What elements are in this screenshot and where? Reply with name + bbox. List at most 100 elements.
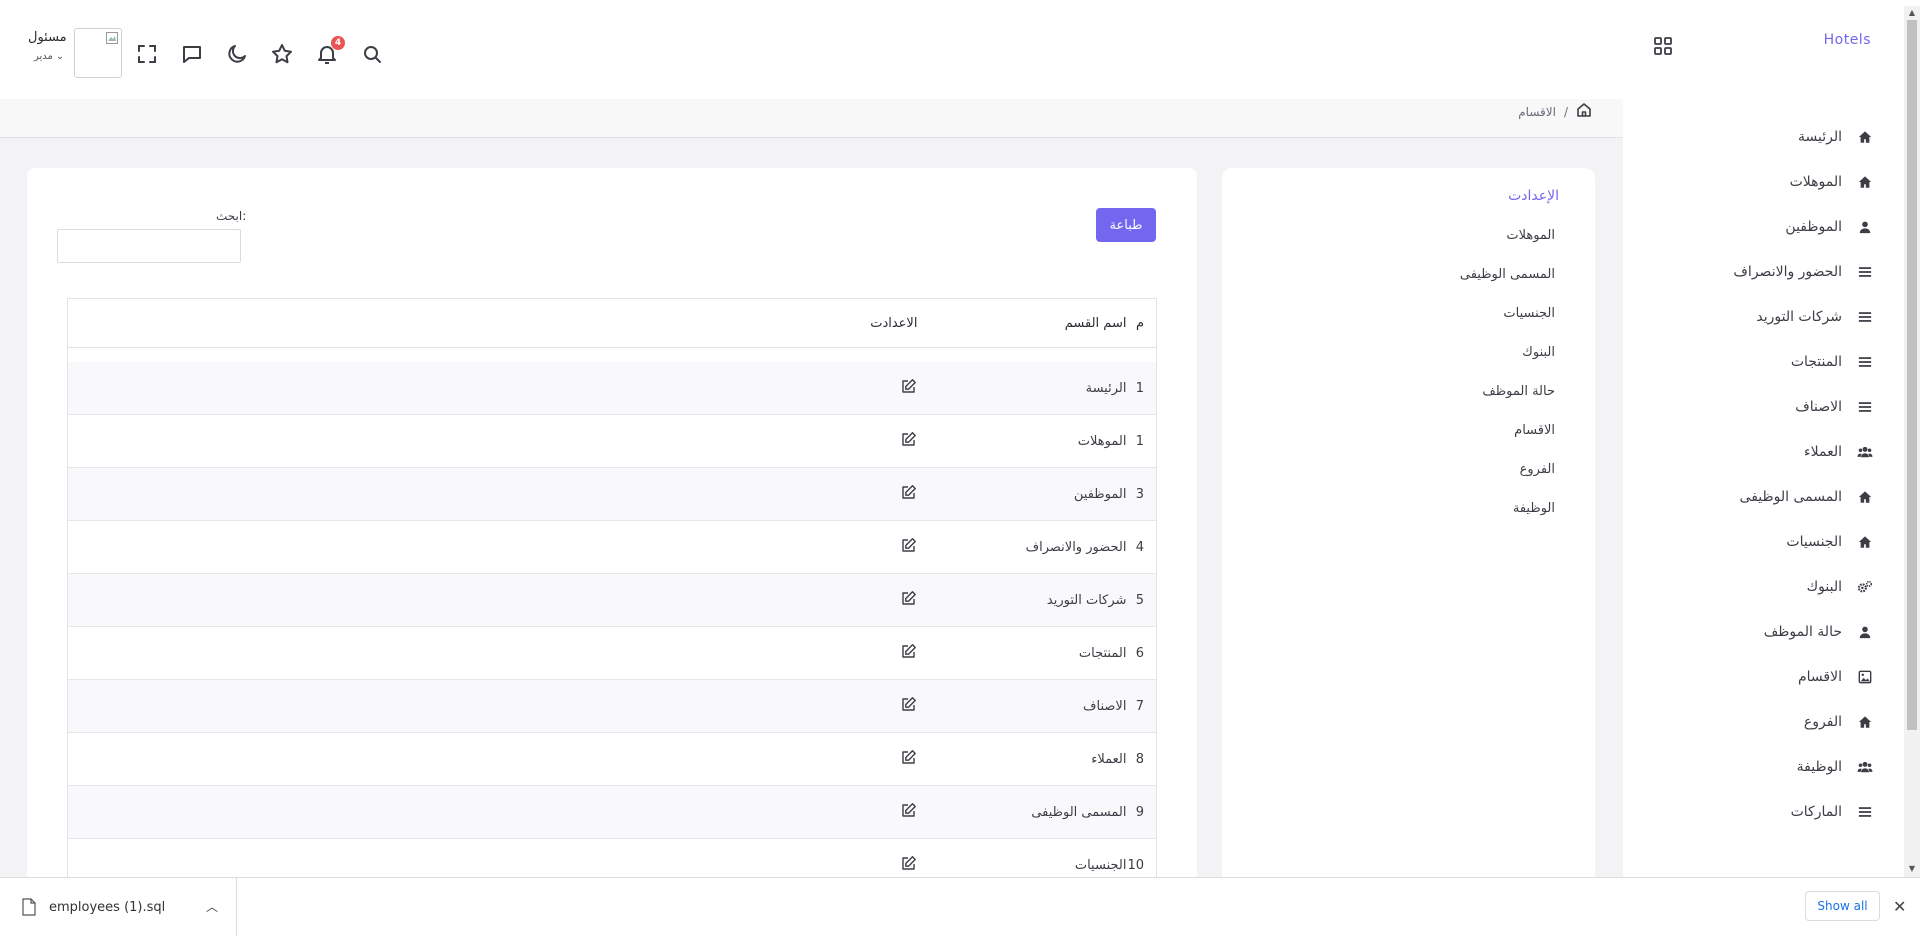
edit-icon[interactable] bbox=[901, 378, 917, 398]
settings-link[interactable]: الموهلات bbox=[1305, 216, 1555, 255]
sidebar-item[interactable]: الفروع bbox=[1644, 699, 1874, 744]
column-header-settings[interactable]: الاعدادت bbox=[67, 298, 936, 348]
scroll-down-arrow-icon[interactable]: ▼ bbox=[1907, 864, 1917, 874]
sidebar-item[interactable]: الاقسام bbox=[1644, 654, 1874, 699]
settings-link[interactable]: البنوك bbox=[1305, 333, 1555, 372]
download-bar: employees (1).sql ︿ Show all ✕ bbox=[0, 877, 1920, 936]
moon-icon[interactable] bbox=[225, 42, 249, 66]
table-row: 4 الحضور والانصراف bbox=[67, 520, 1157, 574]
table-row: 9 المسمى الوظيفى bbox=[67, 785, 1157, 839]
user-role[interactable]: مدير ⌄ bbox=[34, 51, 64, 62]
sidebar-item[interactable]: المسمى الوظيفى bbox=[1644, 474, 1874, 519]
sidebar-item[interactable]: البنوك bbox=[1644, 564, 1874, 609]
sidebar-item[interactable]: الماركات bbox=[1644, 789, 1874, 834]
home-icon[interactable] bbox=[1576, 102, 1592, 121]
sidebar-item[interactable]: الموهلات bbox=[1644, 159, 1874, 204]
breadcrumb-current: الاقسام bbox=[1518, 104, 1556, 119]
sidebar-item-label: الجنسيات bbox=[1786, 533, 1842, 550]
users-icon bbox=[1856, 443, 1874, 461]
notification-badge: 4 bbox=[331, 36, 345, 50]
chevron-down-icon: ⌄ bbox=[55, 51, 65, 62]
sidebar-item-label: البنوك bbox=[1806, 578, 1842, 595]
row-settings-cell bbox=[67, 732, 936, 786]
brand-logo[interactable]: Hotels bbox=[1824, 32, 1871, 48]
message-icon[interactable] bbox=[180, 42, 204, 66]
home-icon bbox=[1856, 488, 1874, 506]
fullscreen-icon[interactable] bbox=[135, 42, 159, 66]
row-settings-cell bbox=[67, 626, 936, 680]
print-button[interactable]: طباعة bbox=[1096, 208, 1156, 242]
edit-icon[interactable] bbox=[901, 537, 917, 557]
sidebar-item[interactable]: الوظيفة bbox=[1644, 744, 1874, 789]
search-icon[interactable] bbox=[360, 42, 384, 66]
table-row: 1 الرئيسة bbox=[67, 362, 1157, 415]
edit-icon[interactable] bbox=[901, 484, 917, 504]
breadcrumb-separator: / bbox=[1563, 104, 1568, 119]
row-index: 3 bbox=[1126, 467, 1157, 521]
row-settings-cell bbox=[67, 467, 936, 521]
search-input[interactable] bbox=[57, 229, 241, 263]
edit-icon[interactable] bbox=[901, 696, 917, 716]
sidebar-item[interactable]: الموظفين bbox=[1644, 204, 1874, 249]
settings-title: الإعدادت bbox=[1508, 188, 1559, 204]
edit-icon[interactable] bbox=[901, 431, 917, 451]
settings-link[interactable]: المسمى الوظيفى bbox=[1305, 255, 1555, 294]
download-file-name[interactable]: employees (1).sql bbox=[49, 900, 165, 915]
sidebar-item[interactable]: العملاء bbox=[1644, 429, 1874, 474]
scroll-up-arrow-icon[interactable]: ▲ bbox=[1907, 8, 1917, 18]
grid-icon[interactable] bbox=[1653, 36, 1673, 56]
user-name[interactable]: مسئول bbox=[28, 30, 67, 45]
page-scrollbar[interactable]: ▲ ▼ bbox=[1904, 6, 1920, 877]
settings-link[interactable]: حالة الموظف bbox=[1305, 372, 1555, 411]
menu-lines-icon bbox=[1856, 803, 1874, 821]
settings-link[interactable]: الفروع bbox=[1305, 450, 1555, 489]
row-index: 7 bbox=[1126, 679, 1157, 733]
settings-link[interactable]: الجنسيات bbox=[1305, 294, 1555, 333]
column-header-name[interactable]: اسم القسم bbox=[935, 298, 1127, 348]
row-department-name: الرئيسة bbox=[935, 362, 1127, 415]
sidebar-item[interactable]: الرئيسة bbox=[1644, 114, 1874, 159]
edit-icon[interactable] bbox=[901, 643, 917, 663]
sidebar-item[interactable]: حالة الموظف bbox=[1644, 609, 1874, 654]
home-icon bbox=[1856, 128, 1874, 146]
table-body: 1 الرئيسة 1 الموهلات 3 الموظفين 4 الحضور والانص… bbox=[67, 348, 1157, 892]
sidebar-item-label: حالة الموظف bbox=[1763, 623, 1842, 640]
edit-icon[interactable] bbox=[901, 802, 917, 822]
spacer-cell bbox=[68, 348, 1157, 363]
edit-icon[interactable] bbox=[901, 855, 917, 875]
notification-bell[interactable]: 4 bbox=[315, 36, 345, 66]
sidebar-item[interactable]: الجنسيات bbox=[1644, 519, 1874, 564]
settings-link[interactable]: الوظيفة bbox=[1305, 489, 1555, 528]
edit-icon[interactable] bbox=[901, 590, 917, 610]
user-role-label: مدير bbox=[34, 51, 53, 62]
row-department-name: الحضور والانصراف bbox=[935, 520, 1127, 574]
column-header-index[interactable]: م bbox=[1126, 298, 1157, 348]
row-index: 1 bbox=[1126, 414, 1157, 468]
sidebar-item[interactable]: المنتجات bbox=[1644, 339, 1874, 384]
home-icon bbox=[1856, 713, 1874, 731]
settings-link[interactable]: الاقسام bbox=[1305, 411, 1555, 450]
show-all-button[interactable]: Show all bbox=[1805, 891, 1880, 921]
avatar[interactable] bbox=[74, 28, 122, 78]
star-icon[interactable] bbox=[270, 42, 294, 66]
row-index: 8 bbox=[1126, 732, 1157, 786]
row-department-name: الموهلات bbox=[935, 414, 1127, 468]
sidebar-item[interactable]: شركات التوريد bbox=[1644, 294, 1874, 339]
user-icon bbox=[1856, 218, 1874, 236]
departments-card: طباعة ابحث: م اسم القسم الاعدادت 1 الرئيس… bbox=[27, 168, 1197, 892]
sidebar-item-label: المنتجات bbox=[1790, 353, 1842, 370]
menu-lines-icon bbox=[1856, 263, 1874, 281]
menu-lines-icon bbox=[1856, 353, 1874, 371]
close-icon[interactable]: ✕ bbox=[1893, 897, 1906, 916]
sidebar-item-label: الحضور والانصراف bbox=[1733, 263, 1842, 280]
sidebar-item[interactable]: الاصناف bbox=[1644, 384, 1874, 429]
edit-icon[interactable] bbox=[901, 749, 917, 769]
download-item[interactable]: employees (1).sql ︿ bbox=[0, 878, 237, 936]
sidebar-item-label: المسمى الوظيفى bbox=[1739, 488, 1842, 505]
row-settings-cell bbox=[67, 414, 936, 468]
chevron-up-icon[interactable]: ︿ bbox=[206, 898, 218, 915]
scrollbar-thumb[interactable] bbox=[1907, 20, 1917, 730]
home-icon bbox=[1856, 173, 1874, 191]
sidebar-item[interactable]: الحضور والانصراف bbox=[1644, 249, 1874, 294]
sidebar-item-label: الموهلات bbox=[1789, 173, 1842, 190]
